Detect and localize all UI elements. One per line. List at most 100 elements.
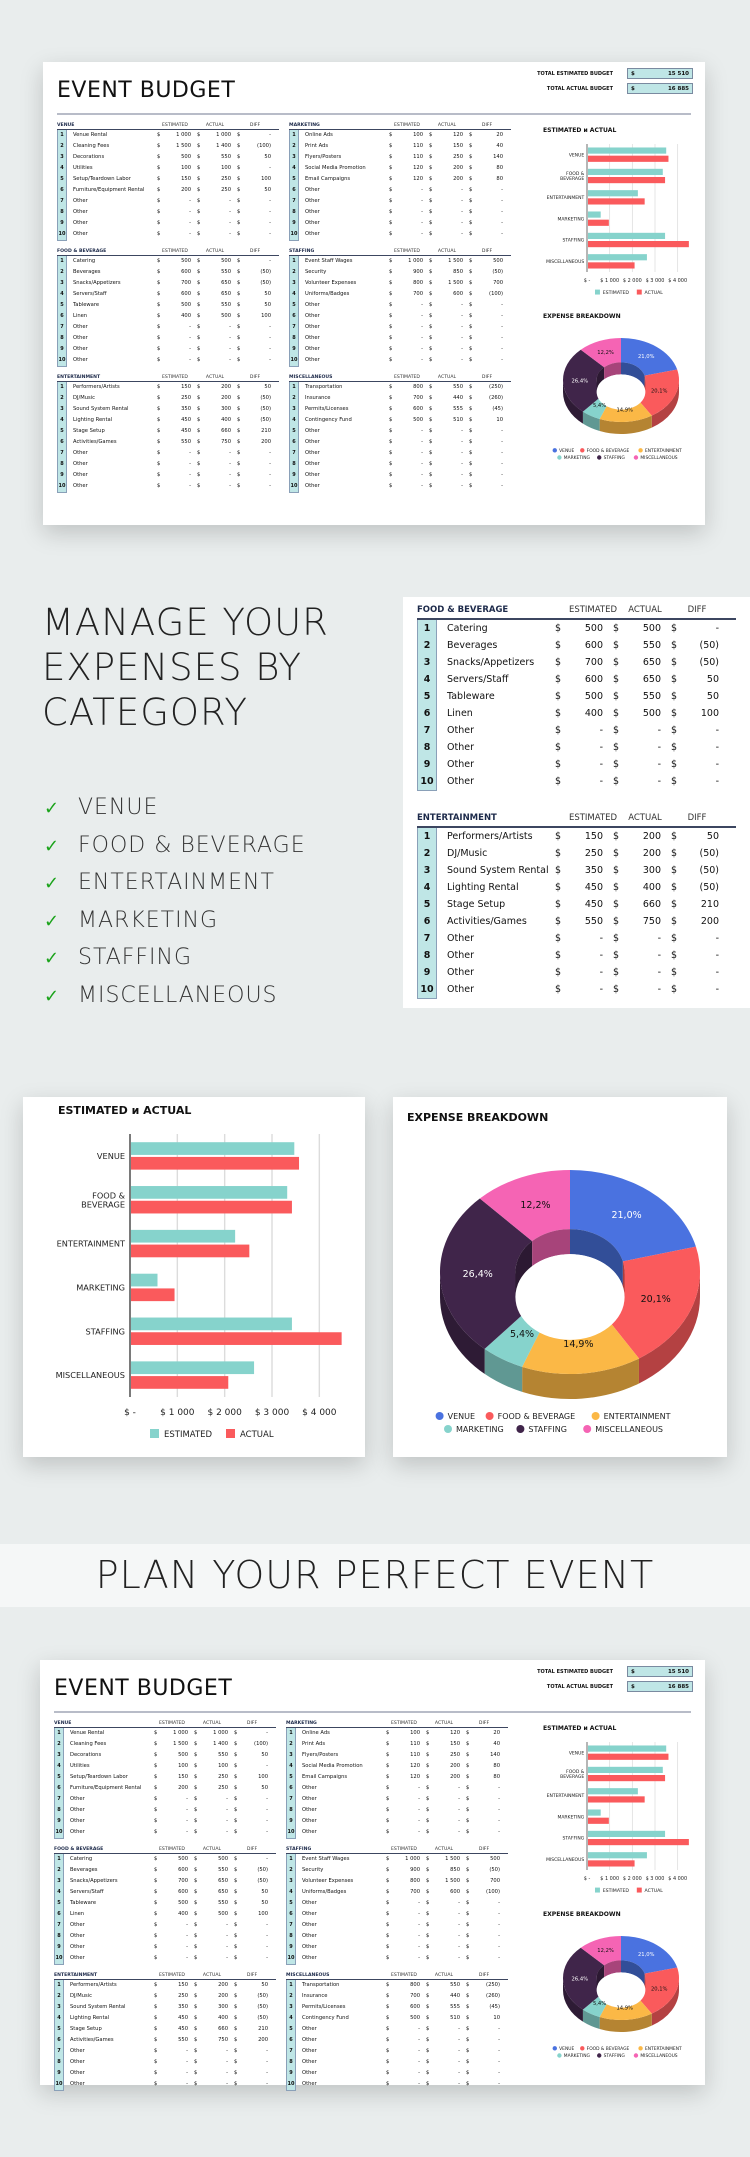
cell-est[interactable]: $ - xyxy=(551,947,609,964)
table-row[interactable]: Linen $400 $500 $100 xyxy=(64,1909,276,1920)
cell-act[interactable]: $200 xyxy=(609,845,667,862)
cell-act[interactable]: $ - xyxy=(424,1816,464,1827)
table-row[interactable]: Lighting Rental $450 $400 $ (50) xyxy=(437,879,736,896)
table-row[interactable]: Transportation $800 $550 $ (250) xyxy=(299,382,511,393)
cell-act[interactable]: $300 xyxy=(192,2002,232,2013)
cell-diff[interactable]: $ - xyxy=(467,344,507,355)
cell-act[interactable]: $ - xyxy=(424,1805,464,1816)
cell-act[interactable]: $200 xyxy=(424,1761,464,1772)
cell-diff[interactable]: $ - xyxy=(232,2079,272,2090)
cell-act[interactable]: $200 xyxy=(427,163,467,174)
cell-diff[interactable]: $ (260) xyxy=(464,1991,504,2002)
cell-diff[interactable]: $ - xyxy=(235,344,275,355)
cell-diff[interactable]: $50 xyxy=(235,152,275,163)
table-row[interactable]: Tableware $500 $550 $50 xyxy=(437,688,736,705)
table-row[interactable]: Performers/Artists $150 $200 $50 xyxy=(67,382,279,393)
cell-diff[interactable]: $ (100) xyxy=(232,1739,272,1750)
cell-diff[interactable]: $ - xyxy=(464,1931,504,1942)
table-row[interactable]: Activities/Games $550 $750 $200 xyxy=(437,913,736,930)
cell-act[interactable]: $ - xyxy=(192,1953,232,1964)
cell-act[interactable]: $ - xyxy=(609,981,667,998)
cell-diff[interactable]: $ (50) xyxy=(467,267,507,278)
cell-diff[interactable]: $ - xyxy=(467,196,507,207)
table-row[interactable]: Furniture/Equipment Rental $200 $250 $50 xyxy=(67,185,279,196)
cell-act[interactable]: $ - xyxy=(427,355,467,366)
table-row[interactable]: Snacks/Appetizers $700 $650 $ (50) xyxy=(437,654,736,671)
cell-diff[interactable]: $ - xyxy=(467,300,507,311)
cell-diff[interactable]: $500 xyxy=(467,256,507,267)
cell-est[interactable]: $ - xyxy=(384,2079,424,2090)
cell-diff[interactable]: $ - xyxy=(467,218,507,229)
cell-diff[interactable]: $ - xyxy=(232,2046,272,2057)
cell-diff[interactable]: $ - xyxy=(235,207,275,218)
cell-est[interactable]: $ - xyxy=(387,322,427,333)
cell-act[interactable]: $200 xyxy=(192,1991,232,2002)
cell-act[interactable]: $400 xyxy=(195,415,235,426)
table-row[interactable]: Flyers/Posters $110 $250 $140 xyxy=(296,1750,508,1761)
cell-est[interactable]: $120 xyxy=(384,1772,424,1783)
cell-est[interactable]: $ - xyxy=(387,218,427,229)
cell-est[interactable]: $600 xyxy=(384,2002,424,2013)
cell-act[interactable]: $ - xyxy=(427,196,467,207)
table-row[interactable]: Other $ - $ - $ - xyxy=(296,2035,508,2046)
cell-diff[interactable]: $210 xyxy=(232,2024,272,2035)
cell-est[interactable]: $ - xyxy=(384,1942,424,1953)
cell-est[interactable]: $ - xyxy=(384,1898,424,1909)
cell-act[interactable]: $200 xyxy=(192,1980,232,1991)
cell-diff[interactable]: $ - xyxy=(467,459,507,470)
cell-est[interactable]: $1 000 xyxy=(384,1854,424,1865)
table-row[interactable]: Contingency Fund $500 $510 $10 xyxy=(299,415,511,426)
table-row[interactable]: Furniture/Equipment Rental $200 $250 $50 xyxy=(64,1783,276,1794)
cell-diff[interactable]: $ - xyxy=(464,2079,504,2090)
cell-act[interactable]: $650 xyxy=(609,671,667,688)
cell-act[interactable]: $660 xyxy=(192,2024,232,2035)
table-row[interactable]: Cleaning Fees $1 500 $1 400 $ (100) xyxy=(67,141,279,152)
cell-act[interactable]: $ - xyxy=(195,322,235,333)
cell-act[interactable]: $300 xyxy=(609,862,667,879)
cell-est[interactable]: $150 xyxy=(152,1980,192,1991)
cell-act[interactable]: $440 xyxy=(424,1991,464,2002)
table-row[interactable]: Other $ - $ - $ - xyxy=(64,1953,276,1964)
cell-est[interactable]: $700 xyxy=(387,393,427,404)
cell-est[interactable]: $150 xyxy=(155,382,195,393)
cell-est[interactable]: $ - xyxy=(387,196,427,207)
table-row[interactable]: Other $ - $ - $ - xyxy=(67,470,279,481)
cell-act[interactable]: $200 xyxy=(424,1772,464,1783)
cell-diff[interactable]: $210 xyxy=(667,896,725,913)
cell-act[interactable]: $ - xyxy=(427,300,467,311)
cell-est[interactable]: $450 xyxy=(152,2024,192,2035)
cell-diff[interactable]: $ - xyxy=(232,1931,272,1942)
cell-est[interactable]: $800 xyxy=(387,278,427,289)
cell-diff[interactable]: $ - xyxy=(232,1761,272,1772)
table-row[interactable]: Other $ - $ - $ - xyxy=(296,2024,508,2035)
cell-diff[interactable]: $700 xyxy=(467,278,507,289)
cell-act[interactable]: $1 500 xyxy=(424,1876,464,1887)
cell-diff[interactable]: $ - xyxy=(467,448,507,459)
cell-est[interactable]: $600 xyxy=(152,1865,192,1876)
cell-diff[interactable]: $ (250) xyxy=(464,1980,504,1991)
total-estimated-value-box[interactable]: $15 510 xyxy=(627,1666,693,1677)
cell-est[interactable]: $ - xyxy=(152,1942,192,1953)
table-row[interactable]: Security $900 $850 $ (50) xyxy=(296,1865,508,1876)
cell-diff[interactable]: $50 xyxy=(232,1750,272,1761)
cell-diff[interactable]: $200 xyxy=(235,437,275,448)
cell-est[interactable]: $ - xyxy=(155,229,195,240)
table-row[interactable]: Venue Rental $1 000 $1 000 $ - xyxy=(67,130,279,141)
cell-act[interactable]: $ - xyxy=(195,344,235,355)
cell-est[interactable]: $500 xyxy=(152,1898,192,1909)
cell-est[interactable]: $900 xyxy=(387,267,427,278)
table-row[interactable]: Other $ - $ - $ - xyxy=(67,218,279,229)
table-row[interactable]: Other $ - $ - $ - xyxy=(299,185,511,196)
table-row[interactable]: Other $ - $ - $ - xyxy=(299,229,511,240)
cell-diff[interactable]: $ - xyxy=(467,426,507,437)
cell-act[interactable]: $ - xyxy=(427,229,467,240)
cell-est[interactable]: $700 xyxy=(384,1991,424,2002)
cell-diff[interactable]: $10 xyxy=(467,415,507,426)
cell-diff[interactable]: $ - xyxy=(235,459,275,470)
cell-diff[interactable]: $140 xyxy=(464,1750,504,1761)
cell-est[interactable]: $ - xyxy=(384,1805,424,1816)
table-row[interactable]: Stage Setup $450 $660 $210 xyxy=(437,896,736,913)
cell-act[interactable]: $ - xyxy=(195,459,235,470)
cell-diff[interactable]: $ - xyxy=(232,2068,272,2079)
cell-diff[interactable]: $ (100) xyxy=(467,289,507,300)
